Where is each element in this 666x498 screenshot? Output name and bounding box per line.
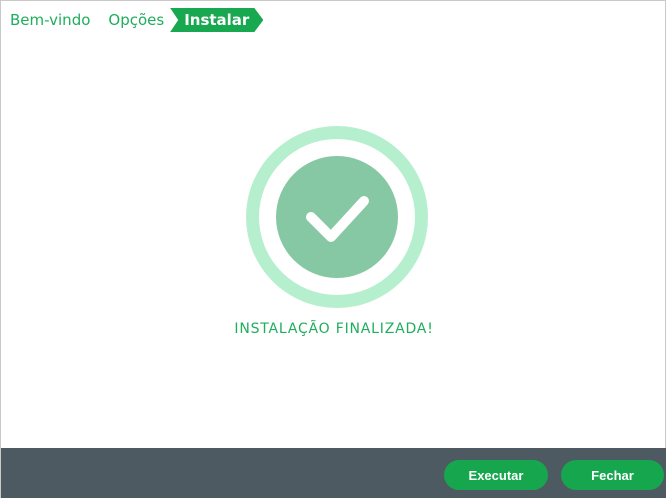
step-welcome[interactable]: Bem-vindo: [10, 8, 90, 32]
step-breadcrumb: Bem-vindo Opções Instalar: [10, 8, 263, 32]
success-graphic: [246, 126, 428, 308]
run-button[interactable]: Executar: [444, 460, 548, 490]
installer-window: Bem-vindo Opções Instalar INSTALAÇÃO FIN…: [0, 0, 666, 498]
footer-bar: Executar Fechar: [1, 448, 666, 498]
status-message: INSTALAÇÃO FINALIZADA!: [234, 321, 434, 337]
step-install[interactable]: Instalar: [170, 8, 263, 32]
close-button[interactable]: Fechar: [561, 460, 664, 490]
check-icon: [306, 196, 369, 242]
step-options[interactable]: Opções: [108, 8, 164, 32]
